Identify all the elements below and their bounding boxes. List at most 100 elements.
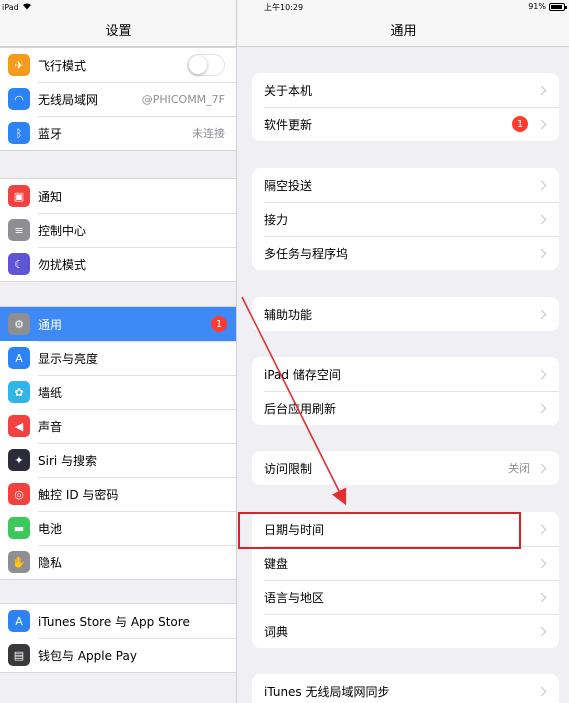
settings-row-label: 语言与地区	[264, 590, 325, 605]
sidebar-item-label: 勿扰模式	[38, 257, 87, 272]
sidebar-item-label: 通用	[38, 317, 63, 332]
settings-row[interactable]: iTunes 无线局域网同步	[252, 674, 559, 703]
wifi-status-icon	[22, 2, 32, 12]
battery-status-icon	[549, 2, 567, 11]
sidebar-item[interactable]: ✿ 墙纸	[0, 375, 236, 409]
sidebar-item[interactable]: A 显示与亮度	[0, 341, 236, 375]
battery-icon: ▬	[8, 517, 30, 539]
app-store-icon: A	[8, 610, 30, 632]
sidebar-item-value: @PHICOMM_7F	[141, 92, 225, 106]
battery-percent: 91%	[528, 2, 546, 11]
sidebar-item[interactable]: ◀ 声音	[0, 409, 236, 443]
date-time-highlight-box	[238, 512, 521, 549]
fingerprint-icon: ◎	[8, 483, 30, 505]
chevron-right-icon	[536, 403, 547, 413]
settings-row-label: 多任务与程序坞	[264, 246, 349, 261]
airplane-mode-toggle[interactable]	[187, 54, 225, 76]
chevron-right-icon	[536, 248, 547, 258]
chevron-right-icon	[536, 309, 547, 319]
settings-row[interactable]: 多任务与程序坞	[252, 236, 559, 270]
settings-row[interactable]: 隔空投送	[252, 168, 559, 202]
sidebar-item[interactable]: ᛒ 蓝牙 未连接	[0, 116, 236, 150]
sidebar-item-label: iTunes Store 与 App Store	[38, 614, 190, 629]
update-badge: 1	[211, 316, 227, 332]
sidebar-item-label: 通知	[38, 189, 63, 204]
toggle-knob	[189, 56, 207, 74]
sidebar-item[interactable]: ⚙ 通用 1	[0, 307, 236, 341]
sidebar-item-label: 隐私	[38, 555, 63, 570]
sidebar-item[interactable]: ▣ 通知	[0, 179, 236, 213]
settings-row[interactable]: 访问限制 关闭	[252, 451, 559, 485]
sidebar-item-label: 无线局域网	[38, 92, 99, 107]
sidebar-item-label: 电池	[38, 521, 63, 536]
settings-group: 访问限制 关闭	[252, 451, 559, 485]
general-title: 通用	[390, 24, 417, 39]
sidebar-item[interactable]: ☾ 勿扰模式	[0, 247, 236, 281]
sidebar-item[interactable]: ✦ Siri 与搜索	[0, 443, 236, 477]
sidebar-title: 设置	[105, 24, 132, 39]
chevron-right-icon	[536, 463, 547, 473]
settings-row-label: 键盘	[264, 556, 289, 571]
settings-row[interactable]: iPad 储存空间	[252, 357, 559, 391]
chevron-right-icon	[536, 85, 547, 95]
wifi-icon: ◠	[8, 88, 30, 110]
settings-group: 隔空投送接力多任务与程序坞	[252, 168, 559, 270]
status-time: 上午10:29	[264, 3, 304, 12]
settings-row[interactable]: 软件更新 1	[252, 107, 559, 141]
sidebar-item-label: 墙纸	[38, 385, 63, 400]
siri-icon: ✦	[8, 449, 30, 471]
sidebar-item-label: 触控 ID 与密码	[38, 487, 119, 502]
sidebar-item[interactable]: ◎ 触控 ID 与密码	[0, 477, 236, 511]
settings-row[interactable]: 接力	[252, 202, 559, 236]
wallet-icon: ▤	[8, 644, 30, 666]
settings-row[interactable]: 后台应用刷新	[252, 391, 559, 425]
settings-row[interactable]: 键盘	[252, 546, 559, 580]
settings-group: iTunes 无线局域网同步	[252, 674, 559, 703]
sidebar-group: ⚙ 通用 1 A 显示与亮度 ✿ 墙纸 ◀ 声音 ✦ Siri 与搜索 ◎ 触控 ID 与密码 ▬ 电池 ✋ 隐…	[0, 306, 236, 580]
sidebar-group: ▣ 通知 ≡ 控制中心 ☾ 勿扰模式	[0, 178, 236, 282]
sidebar-group: AiTunes Store 与 App Store ▤ 钱包与 Apple Pay	[0, 603, 236, 673]
control-center-icon: ≡	[8, 219, 30, 241]
chevron-right-icon	[536, 180, 547, 190]
settings-row-label: 接力	[264, 212, 289, 227]
settings-row[interactable]: 词典	[252, 614, 559, 648]
chevron-right-icon	[536, 592, 547, 602]
wallpaper-icon: ✿	[8, 381, 30, 403]
settings-row-label: 关于本机	[264, 83, 313, 98]
sidebar-item[interactable]: AiTunes Store 与 App Store	[0, 604, 236, 638]
sidebar-item-label: 飞行模式	[38, 58, 87, 73]
settings-row-label: iPad 储存空间	[264, 367, 341, 382]
sidebar-item[interactable]: ◠ 无线局域网 @PHICOMM_7F	[0, 82, 236, 116]
update-badge: 1	[512, 116, 528, 132]
sound-icon: ◀	[8, 415, 30, 437]
sidebar-item-label: 钱包与 Apple Pay	[38, 648, 137, 663]
settings-row[interactable]: 辅助功能	[252, 297, 559, 331]
hand-icon: ✋	[8, 551, 30, 573]
sidebar-item[interactable]: ▬ 电池	[0, 511, 236, 545]
general-settings-pane: 通用 关于本机软件更新 1 隔空投送接力多任务与程序坞 辅助功能 iPad 储存空间 后台…	[238, 0, 569, 703]
settings-row-label: 访问限制	[264, 461, 313, 476]
sidebar-item[interactable]: ≡ 控制中心	[0, 213, 236, 247]
sidebar-item[interactable]: ✋ 隐私	[0, 545, 236, 579]
settings-group: 辅助功能	[252, 297, 559, 331]
sidebar-group: ✈ 飞行模式 ◠ 无线局域网 @PHICOMM_7F ᛒ 蓝牙 未连接	[0, 47, 236, 151]
settings-row-label: 隔空投送	[264, 178, 313, 193]
settings-row-label: 后台应用刷新	[264, 401, 337, 416]
settings-row[interactable]: 语言与地区	[252, 580, 559, 614]
settings-group: 关于本机软件更新 1	[252, 73, 559, 141]
gear-icon: ⚙	[8, 313, 30, 335]
settings-row-label: iTunes 无线局域网同步	[264, 684, 390, 699]
sidebar-item-value: 未连接	[192, 127, 225, 140]
bluetooth-icon: ᛒ	[8, 122, 30, 144]
settings-row-label: 词典	[264, 624, 289, 639]
chevron-right-icon	[536, 558, 547, 568]
settings-row[interactable]: 关于本机	[252, 73, 559, 107]
chevron-right-icon	[536, 214, 547, 224]
sidebar-item[interactable]: ▤ 钱包与 Apple Pay	[0, 638, 236, 672]
moon-icon: ☾	[8, 253, 30, 275]
settings-row-label: 辅助功能	[264, 307, 313, 322]
chevron-right-icon	[536, 119, 547, 129]
sidebar-item[interactable]: ✈ 飞行模式	[0, 48, 236, 82]
chevron-right-icon	[536, 524, 547, 534]
airplane-icon: ✈	[8, 54, 30, 76]
